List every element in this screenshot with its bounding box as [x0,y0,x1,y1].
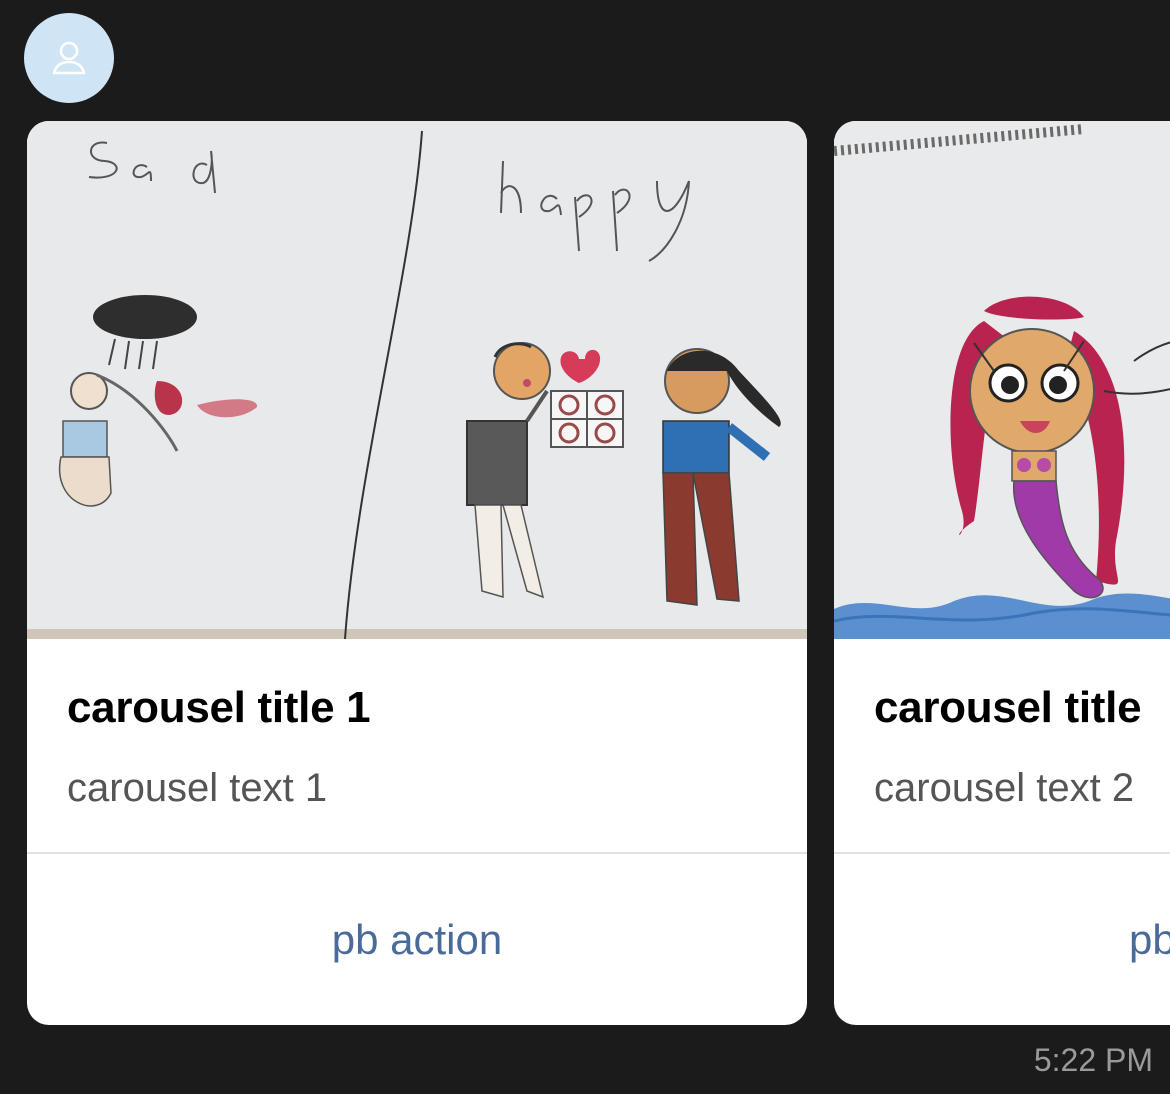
drawing-image [834,121,1170,639]
carousel-card-text: carousel text 1 [67,766,328,810]
carousel-card-1[interactable]: carousel title 1 carousel text 1 pb acti… [27,121,807,1025]
person-icon [52,41,86,75]
carousel-card-title: carousel title [874,683,1142,732]
postback-action-button[interactable]: pb action [27,854,807,1025]
carousel-card-2[interactable]: carousel title carousel text 2 pb [834,121,1170,1025]
carousel-card-title: carousel title 1 [67,683,371,732]
carousel-card-image[interactable] [834,121,1170,639]
sender-avatar[interactable] [24,13,114,103]
message-timestamp: 5:22 PM [1033,1042,1153,1078]
chat-screen: carousel title 1 carousel text 1 pb acti… [0,0,1170,1094]
carousel-card-text: carousel text 2 [874,766,1135,810]
drawing-image [27,121,807,639]
carousel-card-image[interactable] [27,121,807,639]
postback-action-button[interactable]: pb [834,854,1170,1025]
